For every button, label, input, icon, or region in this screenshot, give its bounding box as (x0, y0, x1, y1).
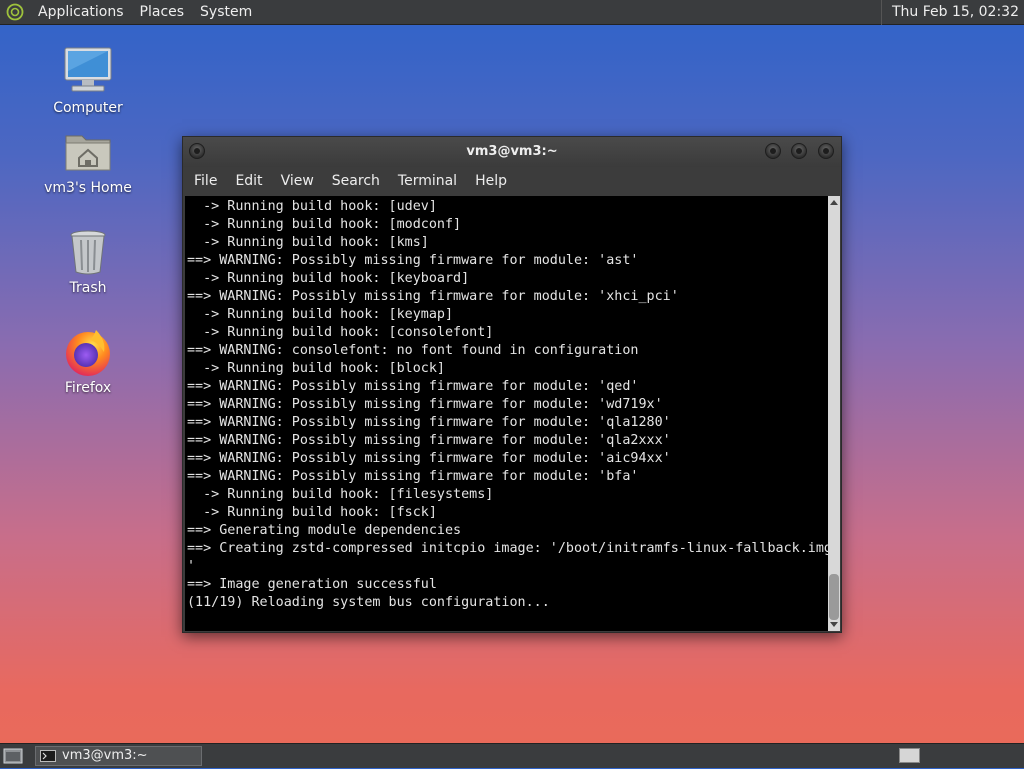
distro-logo-icon[interactable] (6, 3, 24, 21)
desktop-icon-label: Computer (53, 100, 123, 116)
menu-file[interactable]: File (185, 167, 226, 196)
terminal-icon (40, 750, 56, 762)
menu-applications[interactable]: Applications (30, 0, 132, 25)
terminal-line: -> Running build hook: [kms] (187, 235, 429, 250)
top-panel: Applications Places System Thu Feb 15, 0… (0, 0, 1024, 25)
terminal-line: (11/19) Reloading system bus configurati… (187, 595, 550, 610)
terminal-line: ' (187, 559, 196, 574)
desktop-icon-computer[interactable]: Computer (38, 46, 138, 116)
terminal-line: -> Running build hook: [consolefont] (187, 325, 494, 340)
terminal-line: ==> WARNING: consolefont: no font found … (187, 343, 639, 358)
scroll-down-icon[interactable] (830, 622, 838, 627)
scroll-up-icon[interactable] (830, 200, 838, 205)
desktop-icon-label: Firefox (64, 380, 112, 396)
menu-places[interactable]: Places (132, 0, 193, 25)
terminal-line: ==> Image generation successful (187, 577, 437, 592)
terminal-line: -> Running build hook: [udev] (187, 199, 437, 214)
terminal-menubar: File Edit View Search Terminal Help (183, 167, 841, 196)
terminal-line: ==> Generating module dependencies (187, 523, 462, 538)
menu-edit[interactable]: Edit (226, 167, 271, 196)
terminal-output[interactable]: -> Running build hook: [udev] -> Running… (185, 196, 828, 631)
terminal-line: -> Running build hook: [keyboard] (187, 271, 470, 286)
terminal-line: -> Running build hook: [filesystems] (187, 487, 494, 502)
terminal-line: ==> WARNING: Possibly missing firmware f… (187, 289, 679, 304)
terminal-line: ==> WARNING: Possibly missing firmware f… (187, 415, 671, 430)
terminal-line: -> Running build hook: [modconf] (187, 217, 462, 232)
terminal-line: -> Running build hook: [block] (187, 361, 445, 376)
taskbar-item-terminal[interactable]: vm3@vm3:~ (35, 746, 202, 766)
menu-help[interactable]: Help (466, 167, 516, 196)
desktop-icon-home[interactable]: vm3's Home (38, 126, 138, 196)
terminal-line: ==> WARNING: Possibly missing firmware f… (187, 379, 639, 394)
scrollbar-thumb[interactable] (829, 574, 839, 620)
computer-icon (62, 46, 114, 98)
terminal-line: ==> WARNING: Possibly missing firmware f… (187, 433, 671, 448)
terminal-scrollbar[interactable] (828, 196, 840, 631)
terminal-line: ==> WARNING: Possibly missing firmware f… (187, 451, 671, 466)
menu-view[interactable]: View (272, 167, 323, 196)
desktop-icon-firefox[interactable]: Firefox (38, 326, 138, 396)
desktop-icon-trash[interactable]: Trash (38, 226, 138, 296)
terminal-line: ==> WARNING: Possibly missing firmware f… (187, 469, 639, 484)
window-menu-icon[interactable] (189, 143, 205, 159)
close-button[interactable] (818, 143, 834, 159)
clock[interactable]: Thu Feb 15, 02:32 (880, 0, 1024, 25)
workspace-switcher[interactable] (899, 748, 920, 763)
desktop-icon-label: Trash (69, 280, 107, 296)
terminal-line: ==> WARNING: Possibly missing firmware f… (187, 253, 639, 268)
menu-terminal[interactable]: Terminal (389, 167, 466, 196)
menu-search[interactable]: Search (323, 167, 389, 196)
desktop-icon-label: vm3's Home (44, 180, 132, 196)
top-menu: Applications Places System (0, 0, 260, 25)
window-titlebar[interactable]: vm3@vm3:~ (183, 137, 841, 167)
window-title: vm3@vm3:~ (466, 144, 558, 159)
terminal-line: ==> WARNING: Possibly missing firmware f… (187, 397, 663, 412)
bottom-panel: vm3@vm3:~ (0, 743, 1024, 768)
minimize-button[interactable] (765, 143, 781, 159)
terminal-window[interactable]: vm3@vm3:~ File Edit View Search Terminal… (182, 136, 842, 633)
firefox-icon (62, 326, 114, 378)
trash-icon (62, 226, 114, 278)
terminal-line: ==> Creating zstd-compressed initcpio im… (187, 541, 828, 556)
menu-system[interactable]: System (192, 0, 260, 25)
show-desktop-icon[interactable] (3, 747, 23, 765)
terminal-line: -> Running build hook: [keymap] (187, 307, 454, 322)
taskbar-item-label: vm3@vm3:~ (62, 748, 148, 763)
home-folder-icon (62, 126, 114, 178)
maximize-button[interactable] (791, 143, 807, 159)
terminal-line: -> Running build hook: [fsck] (187, 505, 437, 520)
